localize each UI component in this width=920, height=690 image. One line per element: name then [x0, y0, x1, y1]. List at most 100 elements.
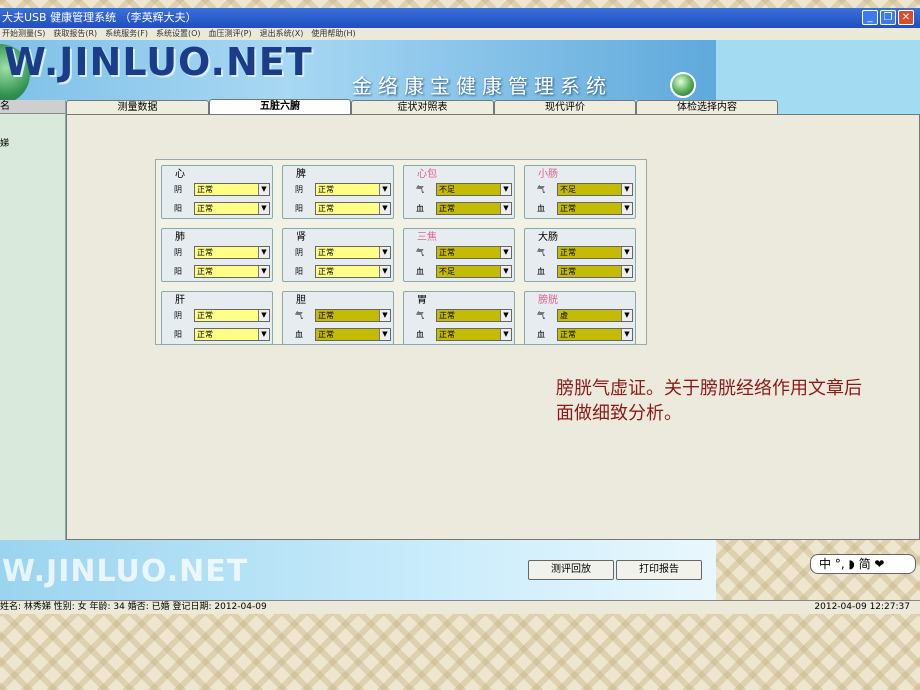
chevron-down-icon[interactable]: ▼: [621, 310, 632, 321]
organ-name: 大肠: [538, 232, 558, 243]
status-dropdown[interactable]: 正常 ▼: [315, 328, 391, 341]
chevron-down-icon[interactable]: ▼: [621, 184, 632, 195]
organ-row-label: 阳: [295, 204, 303, 213]
dropdown-value: 正常: [197, 311, 213, 320]
chevron-down-icon[interactable]: ▼: [258, 247, 269, 258]
tab-modern-evaluation[interactable]: 现代评价: [494, 100, 636, 114]
organ-row-label: 阳: [174, 204, 182, 213]
chevron-down-icon[interactable]: ▼: [379, 329, 390, 340]
tab-measurement-data[interactable]: 测量数据: [66, 100, 209, 114]
header-banner: W.JINLUO.NET 金络康宝健康管理系统: [0, 40, 716, 100]
status-dropdown[interactable]: 正常 ▼: [557, 328, 633, 341]
menu-item-service[interactable]: 系统服务(F): [105, 28, 148, 40]
replay-button[interactable]: 测评回放: [528, 560, 614, 580]
minimize-button[interactable]: _: [862, 10, 878, 25]
organ-row-label: 气: [416, 311, 424, 320]
status-dropdown[interactable]: 虚 ▼: [557, 309, 633, 322]
organ-row-label: 阳: [295, 267, 303, 276]
menu-item-start[interactable]: 开始测量(S): [2, 28, 45, 40]
chevron-down-icon[interactable]: ▼: [379, 247, 390, 258]
status-dropdown[interactable]: 正常 ▼: [557, 246, 633, 259]
organ-row-label: 阴: [295, 185, 303, 194]
dropdown-value: 正常: [439, 204, 455, 213]
dropdown-value: 正常: [197, 248, 213, 257]
menu-item-blood-pressure[interactable]: 血压测评(P): [209, 28, 252, 40]
organ-row-label: 气: [416, 248, 424, 257]
organ-panel: 肝阴正常 ▼ 阳正常 ▼: [161, 291, 273, 345]
status-dropdown[interactable]: 正常 ▼: [315, 246, 391, 259]
menu-item-help[interactable]: 使用帮助(H): [311, 28, 355, 40]
status-dropdown[interactable]: 正常 ▼: [315, 309, 391, 322]
organ-panel: 胆气正常 ▼ 血正常 ▼: [282, 291, 394, 345]
organ-row-label: 阴: [295, 248, 303, 257]
chevron-down-icon[interactable]: ▼: [621, 329, 632, 340]
tab-organs[interactable]: 五脏六腑: [209, 99, 351, 114]
status-dropdown[interactable]: 正常 ▼: [194, 265, 270, 278]
chevron-down-icon[interactable]: ▼: [621, 247, 632, 258]
chevron-down-icon[interactable]: ▼: [621, 203, 632, 214]
organ-name: 肺: [175, 232, 185, 243]
organ-row-label: 血: [295, 330, 303, 339]
patient-list-item[interactable]: 娣: [0, 136, 9, 149]
organ-row-label: 气: [537, 185, 545, 194]
status-dropdown[interactable]: 正常 ▼: [194, 202, 270, 215]
organ-panel: 小肠气 不足 ▼ 血 正常 ▼: [524, 165, 636, 219]
status-dropdown[interactable]: 正常 ▼: [557, 202, 633, 215]
chevron-down-icon[interactable]: ▼: [500, 184, 511, 195]
organ-row-label: 血: [537, 330, 545, 339]
organ-name: 肝: [175, 295, 185, 306]
main-content: 心阴正常 ▼ 阳正常 ▼ 脾阴正常 ▼ 阳正常 ▼ 心包气不足 ▼ 血正常 ▼ 小肠气不足 ▼ 血正常 ▼ 肺阴…: [66, 114, 920, 540]
chevron-down-icon[interactable]: ▼: [379, 266, 390, 277]
menu-item-exit[interactable]: 退出系统(X): [260, 28, 304, 40]
tab-checkup-selection[interactable]: 体检选择内容: [636, 100, 778, 114]
ime-toolbar[interactable]: 中 °, ◗ 简 ❤: [810, 554, 916, 574]
status-dropdown[interactable]: 不足 ▼: [436, 265, 512, 278]
organ-name: 心: [175, 169, 185, 180]
close-button[interactable]: ✕: [898, 10, 914, 25]
chevron-down-icon[interactable]: ▼: [500, 310, 511, 321]
menu-item-settings[interactable]: 系统设置(O): [156, 28, 201, 40]
status-dropdown[interactable]: 正常 ▼: [194, 183, 270, 196]
organ-panel: 肾阴正常 ▼ 阳正常 ▼: [282, 228, 394, 282]
print-report-button[interactable]: 打印报告: [616, 560, 702, 580]
chevron-down-icon[interactable]: ▼: [258, 266, 269, 277]
status-dropdown[interactable]: 不足 ▼: [436, 183, 512, 196]
organ-panel: 脾阴正常 ▼ 阳正常 ▼: [282, 165, 394, 219]
organ-name: 肾: [296, 232, 306, 243]
organ-row-label: 阴: [174, 185, 182, 194]
status-dropdown[interactable]: 正常 ▼: [436, 309, 512, 322]
organ-grid: 心阴正常 ▼ 阳正常 ▼ 脾阴正常 ▼ 阳正常 ▼ 心包气不足 ▼ 血正常 ▼ 小肠气不足 ▼ 血正常 ▼ 肺阴…: [155, 159, 647, 345]
status-dropdown[interactable]: 正常 ▼: [436, 328, 512, 341]
maximize-button[interactable]: ❐: [880, 10, 896, 25]
status-dropdown[interactable]: 正常 ▼: [194, 328, 270, 341]
chevron-down-icon[interactable]: ▼: [379, 184, 390, 195]
status-dropdown[interactable]: 正常 ▼: [315, 183, 391, 196]
status-dropdown[interactable]: 正常 ▼: [557, 265, 633, 278]
banner-filler: [716, 40, 920, 100]
chevron-down-icon[interactable]: ▼: [379, 203, 390, 214]
status-dropdown[interactable]: 正常 ▼: [436, 202, 512, 215]
chevron-down-icon[interactable]: ▼: [500, 329, 511, 340]
chevron-down-icon[interactable]: ▼: [500, 203, 511, 214]
chevron-down-icon[interactable]: ▼: [379, 310, 390, 321]
organ-name: 脾: [296, 169, 306, 180]
chevron-down-icon[interactable]: ▼: [258, 329, 269, 340]
chevron-down-icon[interactable]: ▼: [258, 184, 269, 195]
dropdown-value: 正常: [318, 185, 334, 194]
chevron-down-icon[interactable]: ▼: [258, 310, 269, 321]
dropdown-value: 正常: [439, 248, 455, 257]
status-dropdown[interactable]: 正常 ▼: [194, 309, 270, 322]
menu-item-report[interactable]: 获取报告(R): [53, 28, 97, 40]
status-dropdown[interactable]: 不足 ▼: [557, 183, 633, 196]
chevron-down-icon[interactable]: ▼: [621, 266, 632, 277]
organ-row-label: 血: [537, 204, 545, 213]
tab-symptoms[interactable]: 症状对照表: [351, 100, 494, 114]
status-dropdown[interactable]: 正常 ▼: [194, 246, 270, 259]
status-dropdown[interactable]: 正常 ▼: [315, 202, 391, 215]
status-dropdown[interactable]: 正常 ▼: [436, 246, 512, 259]
chevron-down-icon[interactable]: ▼: [258, 203, 269, 214]
chevron-down-icon[interactable]: ▼: [500, 247, 511, 258]
status-dropdown[interactable]: 正常 ▼: [315, 265, 391, 278]
patient-list-panel: 名 娣: [0, 100, 66, 540]
chevron-down-icon[interactable]: ▼: [500, 266, 511, 277]
